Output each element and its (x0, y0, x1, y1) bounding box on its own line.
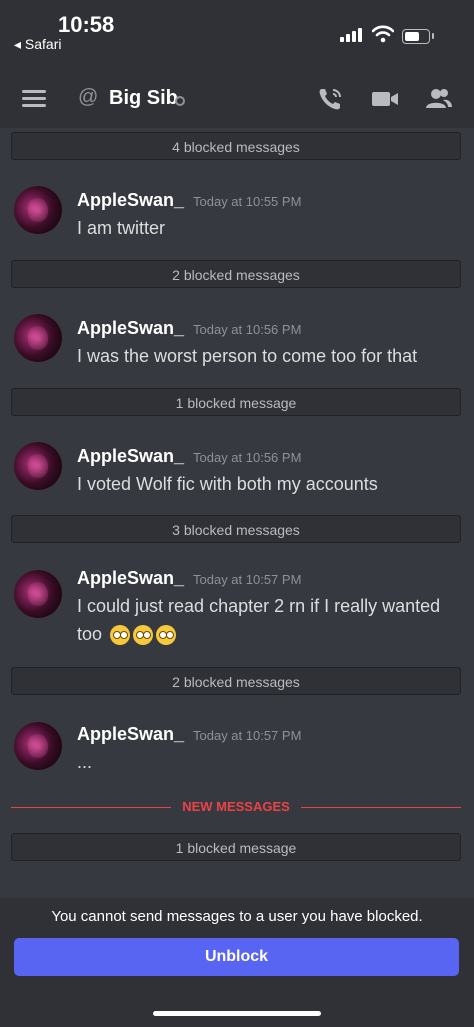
message-text: I voted Wolf fic with both my accounts (77, 474, 378, 494)
blocked-user-footer: You cannot send messages to a user you h… (0, 898, 474, 1027)
username[interactable]: AppleSwan_ (77, 568, 184, 589)
username[interactable]: AppleSwan_ (77, 446, 184, 467)
avatar[interactable] (14, 722, 62, 770)
avatar[interactable] (14, 570, 62, 618)
voice-call-icon[interactable] (316, 85, 346, 113)
menu-icon[interactable] (22, 90, 46, 108)
wifi-icon (372, 25, 394, 43)
eye-roll-emoji-icon (156, 625, 177, 646)
avatar[interactable] (14, 442, 62, 490)
message-text-content: I could just read chapter 2 rn if I real… (77, 596, 441, 644)
message-text: I was the worst person to come too for t… (77, 346, 418, 366)
eye-roll-emoji-icon (110, 625, 131, 646)
message-text: ... (77, 752, 93, 772)
username[interactable]: AppleSwan_ (77, 724, 184, 745)
battery-icon (402, 29, 434, 44)
cellular-signal-icon (340, 28, 364, 42)
avatar[interactable] (14, 314, 62, 362)
blocked-notice: You cannot send messages to a user you h… (51, 908, 423, 925)
channel-header: @ Big Sib (0, 70, 474, 128)
blocked-messages-bar[interactable]: 3 blocked messages (11, 515, 461, 543)
status-time: 10:58 (58, 12, 115, 37)
blocked-messages-bar[interactable]: 1 blocked message (11, 388, 461, 416)
username[interactable]: AppleSwan_ (77, 318, 184, 339)
home-indicator[interactable] (153, 1011, 321, 1016)
avatar[interactable] (14, 186, 62, 234)
divider-line-right (301, 807, 461, 808)
member-list-icon[interactable] (423, 85, 453, 113)
unblock-button[interactable]: Unblock (14, 938, 459, 976)
timestamp: Today at 10:57 PM (193, 728, 302, 743)
offline-status-icon (175, 96, 185, 106)
new-messages-divider: NEW MESSAGES (11, 798, 461, 818)
username[interactable]: AppleSwan_ (77, 190, 184, 211)
eye-roll-emoji-icon (133, 625, 154, 646)
timestamp: Today at 10:57 PM (193, 572, 302, 587)
back-to-safari-link[interactable]: ◂ Safari (14, 36, 62, 53)
blocked-messages-bar[interactable]: 1 blocked message (11, 833, 461, 861)
at-icon: @ (78, 86, 99, 108)
blocked-messages-bar[interactable]: 2 blocked messages (11, 260, 461, 288)
channel-title[interactable]: Big Sib (109, 87, 178, 110)
blocked-messages-bar[interactable]: 4 blocked messages (11, 132, 461, 160)
blocked-messages-bar[interactable]: 2 blocked messages (11, 667, 461, 695)
message-text: I am twitter (77, 218, 166, 238)
timestamp: Today at 10:56 PM (193, 322, 302, 337)
message-text: I could just read chapter 2 rn if I real… (77, 592, 462, 648)
status-bar: 10:58 ◂ Safari (0, 0, 474, 70)
video-call-icon[interactable] (370, 85, 400, 113)
timestamp: Today at 10:55 PM (193, 194, 302, 209)
timestamp: Today at 10:56 PM (193, 450, 302, 465)
